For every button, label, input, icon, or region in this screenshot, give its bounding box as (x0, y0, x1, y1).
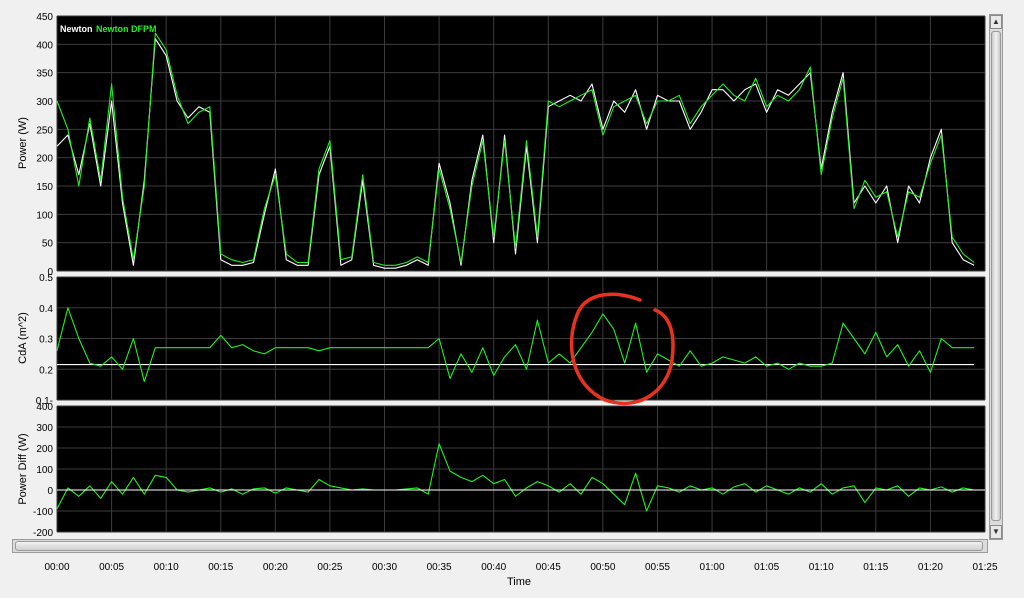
x-tick-label: 00:30 (372, 562, 397, 573)
x-tick-label: 00:40 (481, 562, 506, 573)
y-tick-label: 0.4 (39, 304, 53, 315)
y-tick-label: -200 (33, 528, 53, 539)
y-tick-label: 250 (36, 125, 53, 136)
y-tick-label: 0.5 (39, 273, 53, 284)
vertical-scrollbar[interactable]: ▲ ▼ (989, 14, 1003, 540)
horizontal-scrollbar[interactable] (12, 539, 988, 553)
power-axis-title: Power (W) (17, 117, 29, 169)
x-tick-label: 01:10 (809, 562, 834, 573)
x-tick-label: 00:45 (536, 562, 561, 573)
power-plot-area[interactable] (57, 16, 985, 271)
y-tick-label: 300 (36, 97, 53, 108)
y-tick-label: -100 (33, 507, 53, 518)
y-tick-label: 300 (36, 423, 53, 434)
scroll-down-arrow-icon[interactable]: ▼ (990, 525, 1002, 539)
x-tick-label: 01:15 (863, 562, 888, 573)
y-tick-label: 50 (42, 239, 54, 250)
x-tick-label: 01:25 (972, 562, 997, 573)
x-tick-label: 00:25 (317, 562, 342, 573)
y-tick-label: 0 (47, 486, 53, 497)
y-tick-label: 100 (36, 465, 53, 476)
y-tick-label: 200 (36, 444, 53, 455)
x-tick-label: 00:50 (590, 562, 615, 573)
chart-canvas: 00:00 00:05 00:10 00:15 00:20 00:25 00:30 00:35… (17, 12, 998, 588)
x-tick-label: 00:55 (645, 562, 670, 573)
y-tick-label: 150 (36, 182, 53, 193)
x-tick-label: 01:05 (754, 562, 779, 573)
x-tick-label: 01:20 (918, 562, 943, 573)
x-tick-label: 00:05 (99, 562, 124, 573)
cda-axis-title: CdA (m^2) (17, 312, 29, 364)
x-tick-label: 00:10 (154, 562, 179, 573)
legend-newton: Newton (60, 24, 93, 34)
y-tick-label: 0.3 (39, 335, 53, 346)
x-tick-label: 00:00 (44, 562, 69, 573)
vertical-scroll-thumb[interactable] (991, 31, 1001, 521)
y-tick-label: 0.2 (39, 365, 53, 376)
y-tick-label: 450 (36, 12, 53, 23)
legend-newton-dfpm: Newton DFPM (96, 24, 157, 34)
x-tick-label: 00:20 (263, 562, 288, 573)
y-tick-label: 200 (36, 154, 53, 165)
y-tick-label: 100 (36, 210, 53, 221)
x-tick-label: 00:15 (208, 562, 233, 573)
x-axis-title: Time (507, 576, 531, 588)
y-tick-label: 400 (36, 40, 53, 51)
y-tick-label: 400 (36, 402, 53, 413)
scroll-up-arrow-icon[interactable]: ▲ (990, 15, 1002, 29)
x-tick-label: 00:35 (427, 562, 452, 573)
x-tick-label: 01:00 (700, 562, 725, 573)
y-tick-label: 350 (36, 69, 53, 80)
horizontal-scroll-thumb[interactable] (15, 541, 983, 551)
powerdiff-axis-title: Power Diff (W) (17, 433, 29, 504)
